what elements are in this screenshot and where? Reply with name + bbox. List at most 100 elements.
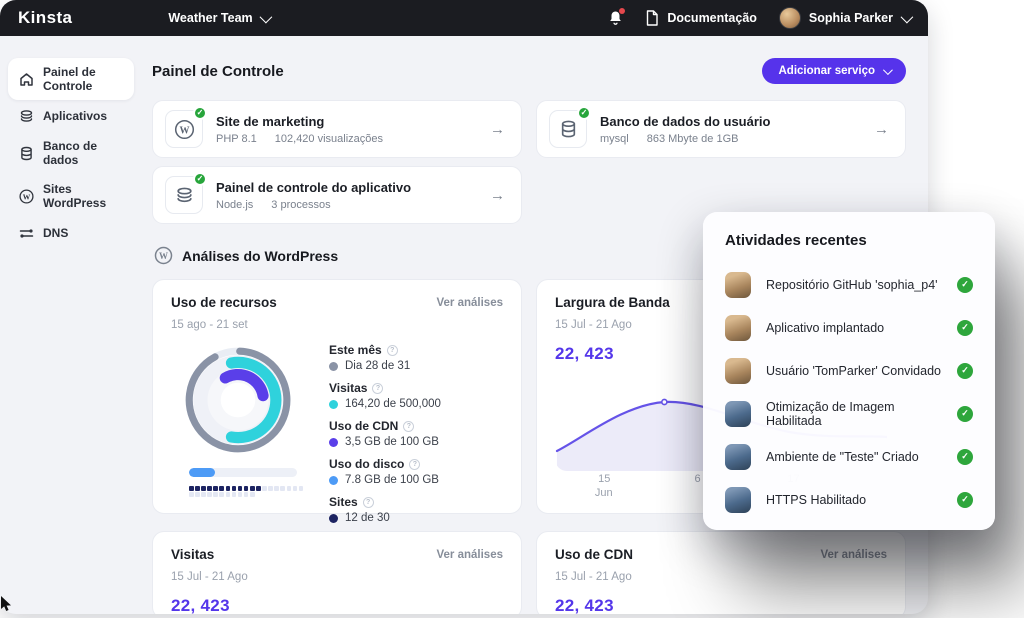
service-stat: 3 processos bbox=[271, 199, 330, 211]
service-runtime: mysql bbox=[600, 133, 629, 145]
documentation-link[interactable]: Documentação bbox=[645, 10, 757, 26]
sidebar-item-dns[interactable]: DNS bbox=[8, 218, 134, 248]
cdn-usage-card: Uso de CDN Ver análises 15 Jul - 21 Ago … bbox=[536, 531, 906, 614]
layers-icon bbox=[18, 108, 34, 124]
check-circle-icon: ✓ bbox=[957, 449, 973, 465]
database-icon: ✓ bbox=[549, 110, 587, 148]
avatar bbox=[725, 401, 751, 427]
legend-value: 164,20 de 500,000 bbox=[345, 398, 441, 410]
database-icon bbox=[18, 145, 34, 161]
legend-dot bbox=[329, 438, 338, 447]
svg-text:W: W bbox=[22, 192, 30, 201]
service-card-marketing-site[interactable]: W ✓ Site de marketing PHP 8.1 102,420 vi… bbox=[152, 100, 522, 158]
service-card-user-database[interactable]: ✓ Banco de dados do usuário mysql 863 Mb… bbox=[536, 100, 906, 158]
avatar bbox=[779, 7, 801, 29]
view-analytics-link[interactable]: Ver análises bbox=[437, 297, 504, 309]
sidebar-item-painel-de-controle[interactable]: Painel de Controle bbox=[8, 58, 134, 100]
card-title: Largura de Banda bbox=[555, 295, 670, 310]
card-title: Uso de recursos bbox=[171, 295, 277, 310]
date-range: 15 ago - 21 set bbox=[171, 319, 503, 331]
activity-item[interactable]: Aplicativo implantado ✓ bbox=[725, 306, 973, 349]
legend-item-uso-do-disco: Uso do disco? 7.8 GB de 100 GB bbox=[329, 457, 503, 486]
user-menu[interactable]: Sophia Parker bbox=[779, 7, 910, 29]
legend-dot bbox=[329, 362, 338, 371]
activity-text: Repositório GitHub 'sophia_p4' bbox=[766, 278, 942, 292]
resource-donut-chart bbox=[179, 341, 297, 459]
sidebar-item-label: DNS bbox=[43, 226, 68, 240]
arrow-right-icon: → bbox=[874, 121, 889, 138]
legend-dot bbox=[329, 476, 338, 485]
sidebar: Painel de Controle Aplicativos Banco de … bbox=[0, 36, 142, 614]
card-title: Visitas bbox=[171, 547, 214, 562]
avatar bbox=[725, 315, 751, 341]
legend-value: 3,5 GB de 100 GB bbox=[345, 436, 439, 448]
activity-item[interactable]: HTTPS Habilitado ✓ bbox=[725, 478, 973, 521]
disk-usage-bar-fill bbox=[189, 468, 215, 477]
topbar: Kinsta Weather Team Documentação Sophia … bbox=[0, 0, 928, 36]
wordpress-icon: W bbox=[154, 246, 173, 265]
sidebar-item-label: Sites WordPress bbox=[43, 182, 124, 210]
x-tick: 15 bbox=[598, 473, 610, 485]
legend-value: Dia 28 de 31 bbox=[345, 360, 410, 372]
section-title: Análises do WordPress bbox=[182, 248, 338, 264]
chevron-down-icon bbox=[901, 10, 914, 23]
activity-item[interactable]: Repositório GitHub 'sophia_p4' ✓ bbox=[725, 263, 973, 306]
x-tick: 6 bbox=[694, 473, 700, 485]
status-ok-badge: ✓ bbox=[193, 172, 207, 186]
activity-text: Otimização de Imagem Habilitada bbox=[766, 400, 942, 428]
activity-item[interactable]: Otimização de Imagem Habilitada ✓ bbox=[725, 392, 973, 435]
disk-usage-bar bbox=[189, 468, 297, 477]
status-ok-badge: ✓ bbox=[577, 106, 591, 120]
date-range: 15 Jul - 21 Ago bbox=[171, 571, 503, 583]
sidebar-item-sites-wordpress[interactable]: W Sites WordPress bbox=[8, 175, 134, 217]
service-runtime: PHP 8.1 bbox=[216, 133, 257, 145]
team-selector[interactable]: Weather Team bbox=[168, 11, 268, 25]
status-ok-badge: ✓ bbox=[193, 106, 207, 120]
legend-item-uso-de-cdn: Uso de CDN? 3,5 GB de 100 GB bbox=[329, 419, 503, 448]
legend-label: Este mês bbox=[329, 343, 382, 357]
home-icon bbox=[18, 71, 34, 87]
activity-item[interactable]: Ambiente de "Teste" Criado ✓ bbox=[725, 435, 973, 478]
view-analytics-link[interactable]: Ver análises bbox=[437, 549, 504, 561]
activity-text: HTTPS Habilitado bbox=[766, 493, 942, 507]
visits-card: Visitas Ver análises 15 Jul - 21 Ago 22,… bbox=[152, 531, 522, 614]
info-icon[interactable]: ? bbox=[372, 383, 383, 394]
activity-text: Aplicativo implantado bbox=[766, 321, 942, 335]
info-icon[interactable]: ? bbox=[403, 421, 414, 432]
avatar bbox=[725, 272, 751, 298]
avatar bbox=[725, 358, 751, 384]
legend-item-visitas: Visitas? 164,20 de 500,000 bbox=[329, 381, 503, 410]
dns-icon bbox=[18, 225, 34, 241]
avatar bbox=[725, 444, 751, 470]
sidebar-item-banco-de-dados[interactable]: Banco de dados bbox=[8, 132, 134, 174]
add-service-button[interactable]: Adicionar serviço bbox=[762, 58, 906, 84]
service-card-app-dashboard[interactable]: ✓ Painel de controle do aplicativo Node.… bbox=[152, 166, 522, 224]
legend-value: 12 de 30 bbox=[345, 512, 390, 524]
documentation-label: Documentação bbox=[667, 11, 757, 25]
check-circle-icon: ✓ bbox=[957, 406, 973, 422]
check-circle-icon: ✓ bbox=[957, 492, 973, 508]
legend-value: 7.8 GB de 100 GB bbox=[345, 474, 439, 486]
popup-title: Atividades recentes bbox=[725, 232, 973, 249]
info-icon[interactable]: ? bbox=[409, 459, 420, 470]
resource-legend: Este mês? Dia 28 de 31 Visitas? 164,20 d… bbox=[329, 341, 503, 533]
activity-item[interactable]: Usuário 'TomParker' Convidado ✓ bbox=[725, 349, 973, 392]
legend-dot bbox=[329, 400, 338, 409]
legend-item-sites: Sites? 12 de 30 bbox=[329, 495, 503, 524]
legend-dot bbox=[329, 514, 338, 523]
sidebar-item-label: Painel de Controle bbox=[43, 65, 124, 93]
legend-label: Sites bbox=[329, 495, 358, 509]
view-analytics-link[interactable]: Ver análises bbox=[821, 549, 888, 561]
legend-label: Visitas bbox=[329, 381, 367, 395]
add-service-label: Adicionar serviço bbox=[778, 65, 875, 77]
activity-text: Usuário 'TomParker' Convidado bbox=[766, 364, 942, 378]
service-title: Site de marketing bbox=[216, 114, 477, 129]
info-icon[interactable]: ? bbox=[387, 345, 398, 356]
page-title: Painel de Controle bbox=[152, 63, 284, 80]
check-circle-icon: ✓ bbox=[957, 277, 973, 293]
notifications-button[interactable] bbox=[608, 10, 623, 26]
info-icon[interactable]: ? bbox=[363, 497, 374, 508]
sidebar-item-aplicativos[interactable]: Aplicativos bbox=[8, 101, 134, 131]
arrow-right-icon: → bbox=[490, 121, 505, 138]
service-runtime: Node.js bbox=[216, 199, 253, 211]
